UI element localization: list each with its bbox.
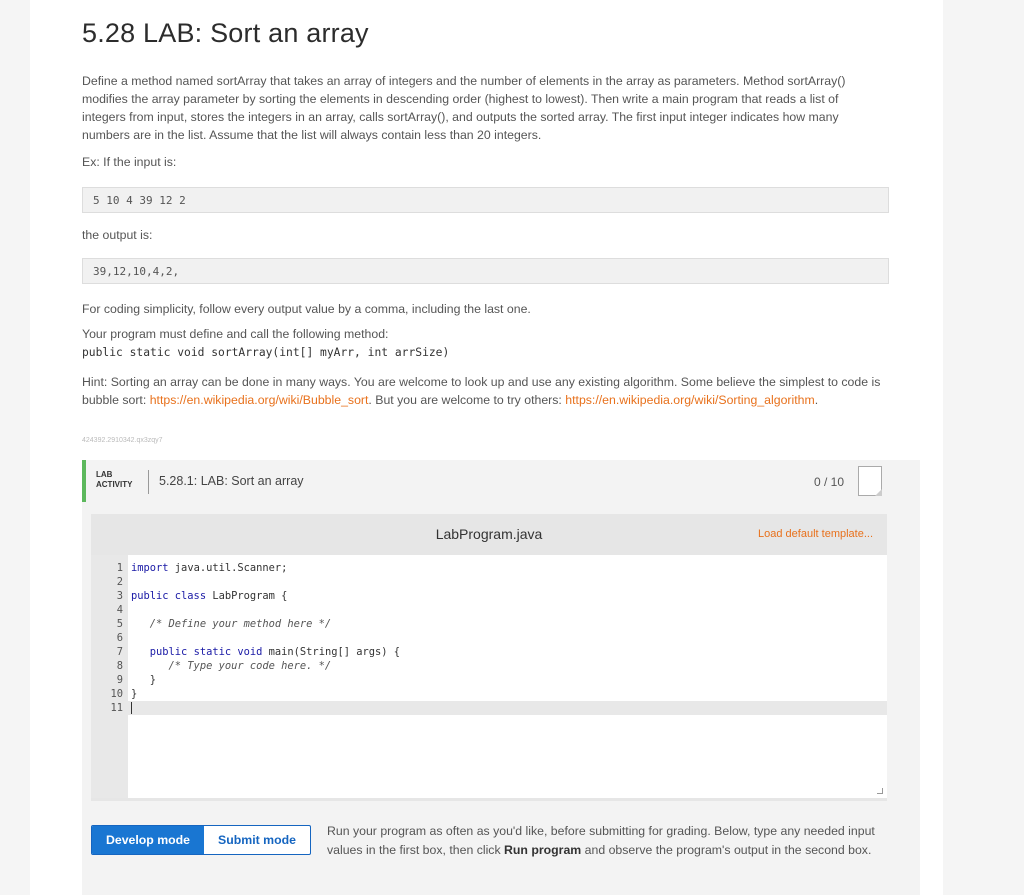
lab-activity-badge: LAB ACTIVITY [96,470,132,490]
hint-text: . [814,393,819,407]
example-input-label: Ex: If the input is: [82,155,177,169]
load-default-template-link[interactable]: Load default template... [758,528,873,540]
code-line: 2 [116,576,123,588]
lab-accent-stripe [82,460,86,502]
lab-title: 5.28.1: LAB: Sort an array [159,474,304,488]
lab-badge-line2: ACTIVITY [96,480,133,489]
code-line: 5 /* Define your method here */ [116,618,332,630]
code-line: 1 import java.util.Scanner; [116,562,288,574]
develop-mode-button[interactable]: Develop mode [92,826,204,854]
text-cursor [131,702,132,714]
code-line: 3 public class LabProgram { [116,590,288,602]
sorting-algorithm-link[interactable]: https://en.wikipedia.org/wiki/Sorting_al… [565,393,814,407]
page-title: 5.28 LAB: Sort an array [82,18,369,48]
example-input-box: 5 10 4 39 12 2 [82,187,889,213]
code-line: 7 public static void main(String[] args)… [116,646,401,658]
method-intro: Your program must define and call the fo… [82,327,389,341]
method-signature: public static void sortArray(int[] myArr… [82,346,450,359]
example-output-box: 39,12,10,4,2, [82,258,889,284]
divider [148,470,149,494]
mode-toggle: Develop mode Submit mode [91,825,311,855]
lab-badge-line1: LAB [96,470,113,479]
simplicity-note: For coding simplicity, follow every outp… [82,302,531,316]
hint-text: . But you are welcome to try others: [368,393,566,407]
submit-mode-button[interactable]: Submit mode [204,826,310,854]
content-id: 424392.2910342.qx3zqy7 [82,437,163,444]
code-line: 6 [116,632,123,644]
bubble-sort-link[interactable]: https://en.wikipedia.org/wiki/Bubble_sor… [150,393,369,407]
code-editor-panel: LabProgram.java Load default template...… [91,514,887,801]
mode-help-text: Run your program as often as you'd like,… [327,824,875,857]
code-editor[interactable]: 1 import java.util.Scanner; 2 3 public cla… [91,555,887,798]
content-page: 5.28 LAB: Sort an array Define a method … [30,0,943,895]
code-line: 8 /* Type your code here. */ [116,660,332,672]
code-line: 4 [116,604,123,616]
lab-score: 0 / 10 [814,475,845,489]
code-line-active: 11 [91,701,887,715]
resize-handle-icon[interactable] [877,788,883,794]
code-line: 9 } [116,674,157,686]
example-output-label: the output is: [82,228,153,242]
lab-activity: LAB ACTIVITY 5.28.1: LAB: Sort an array … [82,460,920,895]
completion-checkbox-icon [858,466,882,496]
hint-paragraph: Hint: Sorting an array can be done in ma… [82,373,892,409]
problem-description: Define a method named sortArray that tak… [82,74,846,142]
code-line: 10} [110,688,138,700]
